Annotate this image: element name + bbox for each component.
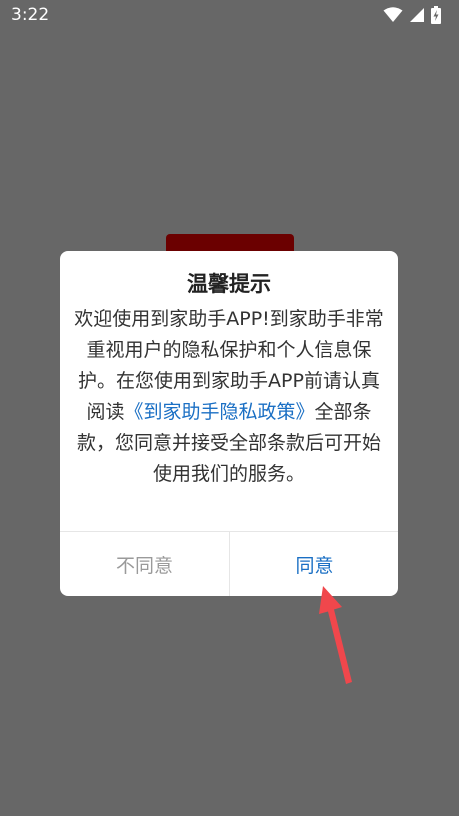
wifi-icon — [383, 7, 403, 23]
privacy-dialog: 温馨提示 欢迎使用到家助手APP!到家助手非常重视用户的隐私保护和个人信息保护。… — [60, 251, 398, 596]
privacy-policy-link[interactable]: 《到家助手隐私政策》 — [124, 401, 314, 423]
signal-icon — [409, 7, 425, 23]
dialog-title: 温馨提示 — [187, 272, 271, 296]
battery-charging-icon — [431, 6, 441, 24]
status-bar: 3:22 — [0, 0, 459, 32]
status-icons — [383, 6, 441, 24]
screen: 3:22 温馨提示 欢迎使用到家助手APP!到家助手非常重视用户的隐私保护和个人… — [0, 0, 459, 816]
status-time: 3:22 — [11, 5, 50, 25]
disagree-button[interactable]: 不同意 — [60, 532, 229, 596]
dialog-message: 欢迎使用到家助手APP!到家助手非常重视用户的隐私保护和个人信息保护。在您使用到… — [74, 304, 384, 490]
annotation-arrow-icon — [310, 582, 360, 692]
